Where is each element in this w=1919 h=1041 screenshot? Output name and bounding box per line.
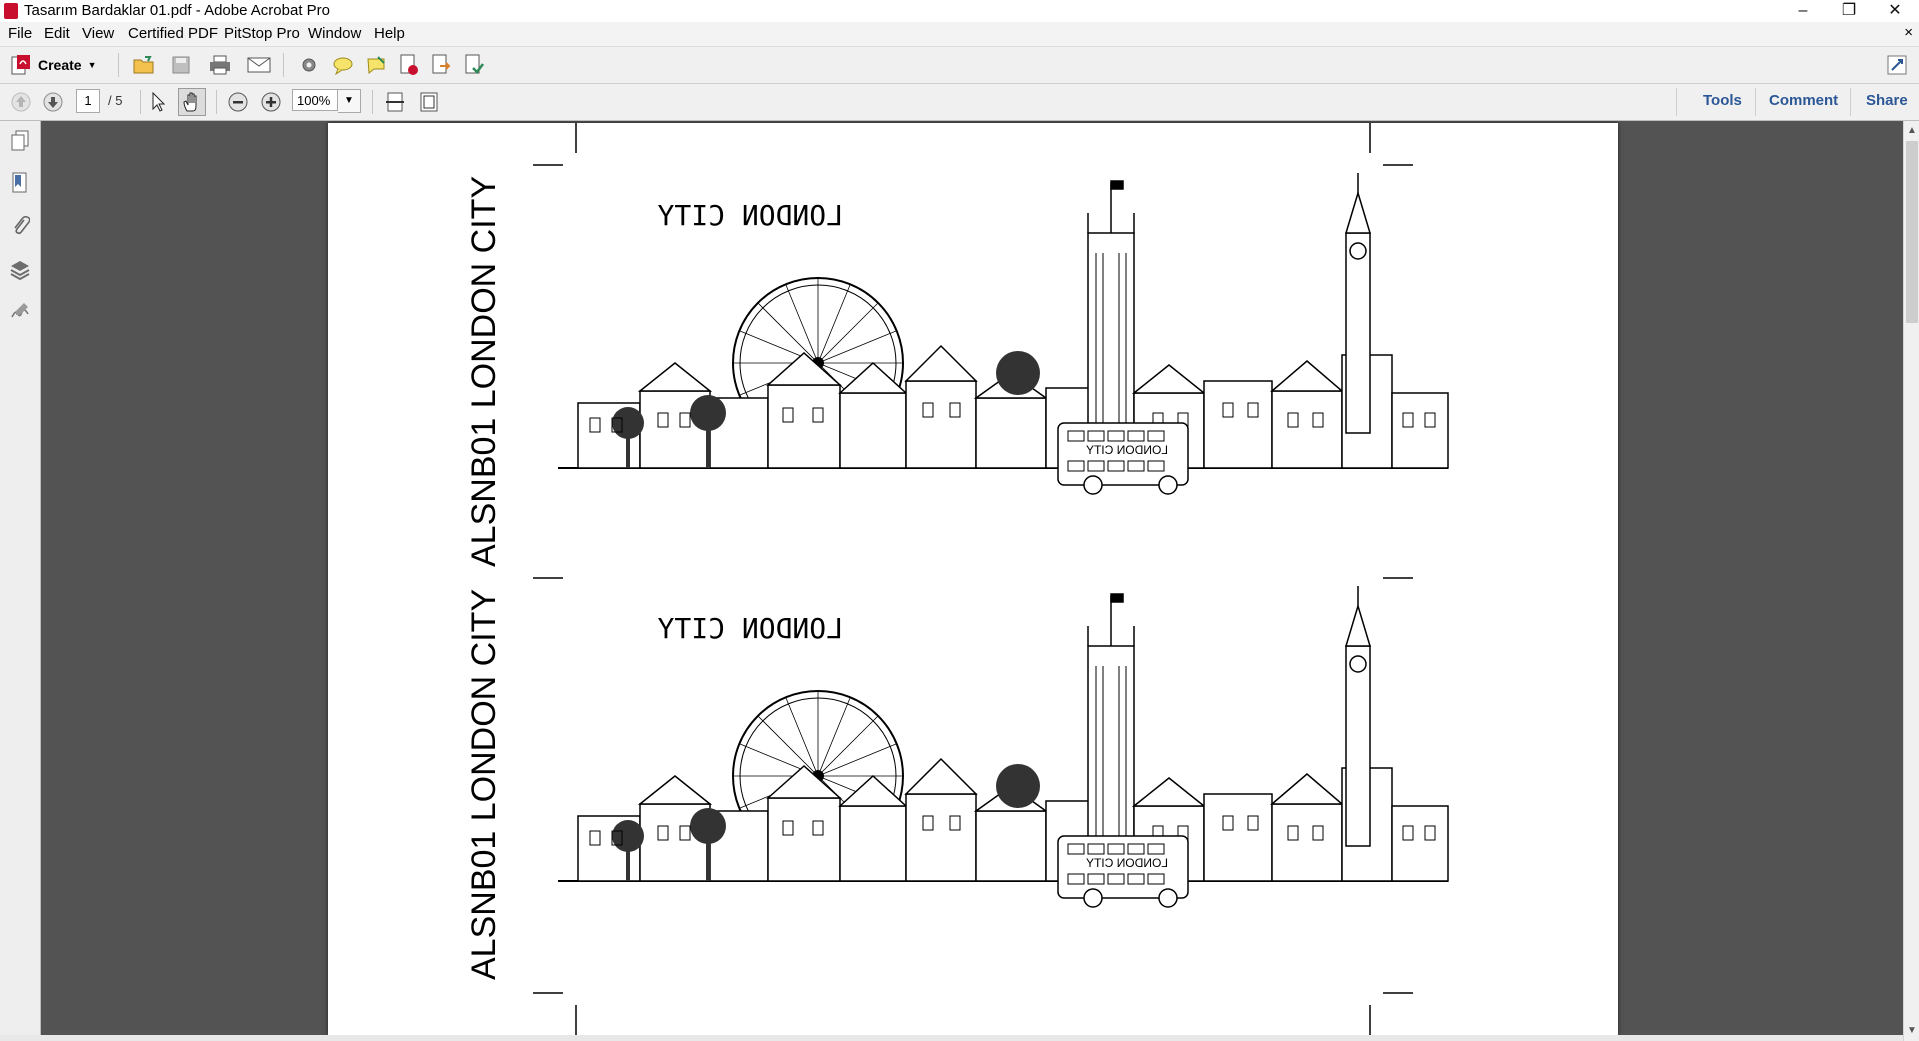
menu-edit[interactable]: Edit [44, 25, 70, 42]
panel-divider [1676, 88, 1677, 116]
comment-bubble-icon[interactable] [330, 52, 356, 78]
navigation-toolbar: 1 / 5 100% ▼ Tools Comment Share [0, 84, 1919, 121]
settings-icon[interactable] [296, 52, 322, 78]
bottom-edge [0, 1035, 1903, 1041]
zoom-out-icon[interactable] [225, 89, 251, 115]
export-icon[interactable] [428, 52, 454, 78]
mirrored-caption-top: LONDON CITY [657, 199, 843, 232]
print-icon[interactable] [207, 52, 233, 78]
fit-width-icon[interactable] [416, 89, 442, 115]
open-icon[interactable] [131, 52, 157, 78]
scrollbar-thumb[interactable] [1906, 141, 1918, 323]
pdf-page: ALSNB01 LONDON CITY ALSNB01 LONDON CITY … [328, 123, 1618, 1035]
close-button[interactable]: ✕ [1872, 0, 1918, 22]
main-toolbar: Create ▼ [0, 47, 1919, 84]
share-panel-link[interactable]: Share [1866, 92, 1908, 109]
comment-panel-link[interactable]: Comment [1769, 92, 1838, 109]
mirrored-caption-bottom: LONDON CITY [657, 612, 843, 645]
create-label: Create [38, 57, 82, 73]
menu-view[interactable]: View [82, 25, 114, 42]
document-workspace: ALSNB01 LONDON CITY ALSNB01 LONDON CITY … [41, 121, 1903, 1041]
side-label-top: ALSNB01 LONDON CITY [465, 176, 503, 567]
scroll-down-icon[interactable]: ▼ [1904, 1023, 1919, 1039]
minimize-button[interactable]: – [1780, 0, 1826, 22]
scroll-up-icon[interactable]: ▲ [1904, 123, 1919, 139]
zoom-level-input[interactable]: 100% [292, 89, 338, 111]
bus-sign-bottom: LONDON CITY [1086, 856, 1168, 870]
fullscreen-icon[interactable] [1884, 52, 1910, 78]
zoom-in-icon[interactable] [258, 89, 284, 115]
layers-icon[interactable] [8, 257, 32, 281]
toolbar-divider [118, 53, 119, 77]
vertical-scrollbar[interactable]: ▲ ▼ [1903, 121, 1919, 1041]
share-review-icon[interactable] [461, 52, 487, 78]
zoom-dropdown-chevron-icon[interactable]: ▼ [338, 89, 361, 113]
menu-certified-pdf[interactable]: Certified PDF [128, 25, 218, 42]
toolbar-divider [216, 90, 217, 114]
next-page-icon[interactable] [40, 89, 66, 115]
chevron-down-icon: ▼ [87, 60, 97, 70]
panel-divider [1850, 88, 1851, 116]
fit-page-icon[interactable] [382, 89, 408, 115]
page-total: / 5 [108, 93, 123, 108]
signatures-icon[interactable] [8, 299, 32, 323]
menu-bar: File Edit View Certified PDF PitStop Pro… [0, 22, 1919, 47]
email-icon[interactable] [246, 52, 272, 78]
pdf-review-icon[interactable] [396, 52, 422, 78]
page-thumbnails-icon[interactable] [8, 129, 32, 153]
navigation-pane [0, 121, 41, 1041]
hand-tool-icon[interactable] [178, 88, 206, 116]
tools-panel-link[interactable]: Tools [1703, 92, 1742, 109]
toolbar-divider [140, 90, 141, 114]
title-bar: Tasarım Bardaklar 01.pdf - Adobe Acrobat… [0, 0, 1919, 22]
create-button[interactable]: Create ▼ [10, 52, 97, 78]
window-title: Tasarım Bardaklar 01.pdf - Adobe Acrobat… [24, 2, 330, 19]
acrobat-app-icon [4, 3, 18, 19]
toolbar-divider [372, 90, 373, 114]
save-icon[interactable] [168, 52, 194, 78]
select-cursor-icon[interactable] [146, 89, 172, 115]
bookmarks-icon[interactable] [8, 171, 32, 195]
document-close-button[interactable]: × [1904, 24, 1913, 41]
sticky-note-icon[interactable] [364, 52, 390, 78]
menu-pitstop-pro[interactable]: PitStop Pro [224, 25, 300, 42]
panel-divider [1755, 88, 1756, 116]
maximize-button[interactable]: ❐ [1826, 0, 1872, 22]
bus-sign-top: LONDON CITY [1086, 443, 1168, 457]
page-artwork: ALSNB01 LONDON CITY ALSNB01 LONDON CITY … [465, 123, 1449, 1035]
create-pdf-icon [11, 55, 30, 75]
toolbar-divider [283, 53, 284, 77]
menu-file[interactable]: File [8, 25, 32, 42]
previous-page-icon[interactable] [8, 89, 34, 115]
menu-window[interactable]: Window [308, 25, 361, 42]
side-label-bottom: ALSNB01 LONDON CITY [465, 589, 503, 980]
page-number-input[interactable]: 1 [76, 89, 100, 113]
attachments-icon[interactable] [8, 214, 32, 238]
menu-help[interactable]: Help [374, 25, 405, 42]
